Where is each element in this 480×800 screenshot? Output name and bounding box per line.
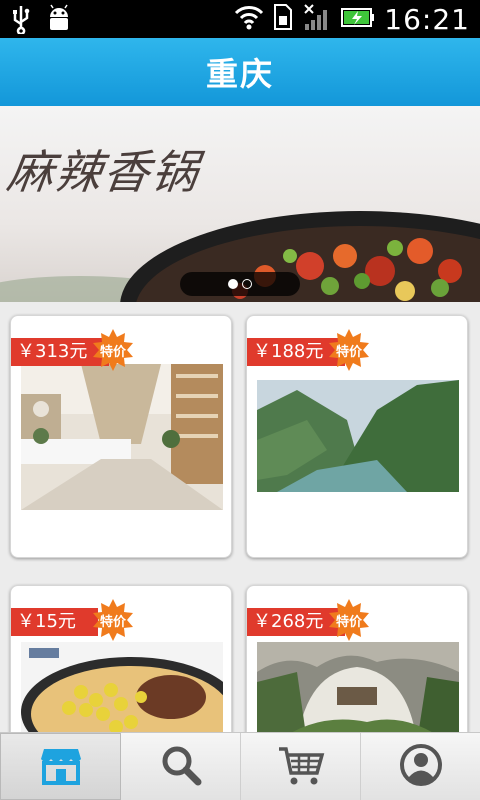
carousel-pager[interactable] bbox=[180, 272, 300, 296]
discount-badge: 特价 bbox=[327, 328, 371, 372]
wifi-icon bbox=[234, 2, 264, 36]
badge-label: 特价 bbox=[99, 615, 126, 630]
signal-icon bbox=[302, 2, 332, 36]
badge-label: 特价 bbox=[335, 615, 362, 630]
sim-icon bbox=[272, 2, 294, 36]
search-icon bbox=[159, 743, 203, 791]
tab-store[interactable] bbox=[0, 733, 121, 800]
bottom-navigation bbox=[0, 732, 480, 800]
product-card[interactable]: ￥15元 特价 bbox=[10, 585, 232, 745]
status-bar: 16:21 bbox=[0, 0, 480, 38]
discount-badge: 特价 bbox=[327, 598, 371, 642]
product-card[interactable]: ￥313元 特价 bbox=[10, 315, 232, 558]
discount-badge: 特价 bbox=[91, 598, 135, 642]
product-image[interactable] bbox=[257, 380, 459, 492]
product-image[interactable] bbox=[21, 364, 223, 510]
product-image[interactable] bbox=[21, 642, 223, 742]
product-card[interactable]: ￥188元 特价 bbox=[246, 315, 468, 558]
cart-icon bbox=[277, 743, 325, 791]
android-debug-icon bbox=[46, 4, 72, 38]
tab-cart[interactable] bbox=[241, 733, 361, 800]
profile-icon bbox=[399, 743, 443, 791]
badge-label: 特价 bbox=[99, 345, 126, 360]
store-icon bbox=[39, 743, 83, 791]
product-card[interactable]: ￥268元 特价 bbox=[246, 585, 468, 745]
usb-icon bbox=[10, 4, 32, 38]
product-image[interactable] bbox=[257, 642, 459, 742]
page-title: 重庆 bbox=[205, 55, 274, 93]
pager-dot-active[interactable] bbox=[228, 279, 238, 289]
title-bar: 重庆 bbox=[0, 38, 480, 106]
price-tag: ￥15元 bbox=[11, 608, 98, 636]
clock-time: 16:21 bbox=[384, 2, 470, 36]
tab-search[interactable] bbox=[121, 733, 241, 800]
pager-dot[interactable] bbox=[242, 279, 252, 289]
discount-badge: 特价 bbox=[91, 328, 135, 372]
badge-label: 特价 bbox=[335, 345, 362, 360]
battery-charging-icon bbox=[340, 2, 376, 36]
tab-profile[interactable] bbox=[361, 733, 480, 800]
